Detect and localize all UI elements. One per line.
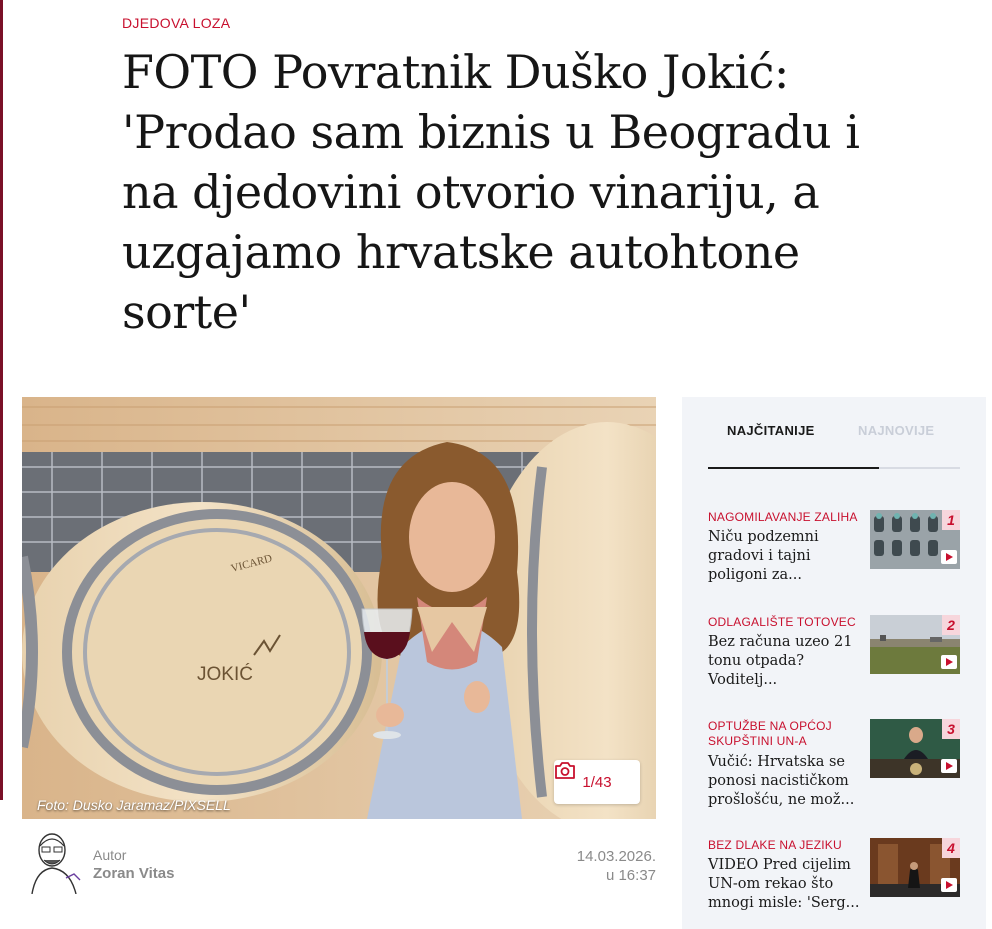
- item-category: OPTUŽBE NA OPĆOJ SKUPŠTINI UN-A: [708, 719, 832, 748]
- hero-image[interactable]: JOKIĆ VICARD Foto: Dusko Jaramaz/PIXSELL…: [22, 397, 656, 819]
- photo-credit: Foto: Dusko Jaramaz/PIXSELL: [37, 797, 231, 813]
- most-read-sidebar: NAJČITANIJE NAJNOVIJE NAGOMILAVANJE ZALI…: [682, 397, 986, 929]
- item-rank: 3: [942, 719, 960, 739]
- author-avatar[interactable]: [26, 830, 82, 894]
- item-thumbnail[interactable]: 4: [870, 838, 960, 897]
- tab-most-read[interactable]: NAJČITANIJE: [727, 423, 815, 438]
- item-title[interactable]: VIDEO Pred cijelim UN-om rekao što mnogi…: [708, 856, 864, 913]
- play-icon: [941, 878, 957, 892]
- item-category: ODLAGALIŠTE TOTOVEC: [708, 615, 856, 629]
- play-icon: [941, 759, 957, 773]
- item-rank: 4: [942, 838, 960, 858]
- publish-date: 14.03.2026.: [576, 848, 656, 865]
- hero-photo-illustration: JOKIĆ VICARD: [22, 397, 656, 819]
- camera-icon: [555, 762, 575, 779]
- publish-datetime: 14.03.2026. u 16:37: [577, 847, 656, 885]
- play-icon: [941, 550, 957, 564]
- gallery-button[interactable]: 1/43: [554, 760, 640, 804]
- left-accent-stripe: [0, 0, 3, 800]
- item-thumbnail[interactable]: 3: [870, 719, 960, 778]
- tab-latest[interactable]: NAJNOVIJE: [858, 423, 934, 438]
- gallery-count: 1/43: [582, 773, 612, 791]
- item-rank: 1: [942, 510, 960, 530]
- article-headline: FOTO Povratnik Duško Jokić: 'Prodao sam …: [122, 45, 860, 339]
- author-name[interactable]: Zoran Vitas: [93, 865, 174, 882]
- item-title[interactable]: Vučić: Hrvatska se ponosi nacističkom pr…: [708, 753, 864, 810]
- item-title[interactable]: Niču podzemni gradovi i tajni poligoni z…: [708, 528, 864, 585]
- item-category: NAGOMILAVANJE ZALIHA: [708, 510, 858, 524]
- play-icon: [941, 655, 957, 669]
- item-thumbnail[interactable]: 2: [870, 615, 960, 674]
- sidebar-tabs: NAJČITANIJE NAJNOVIJE: [708, 397, 960, 469]
- item-title[interactable]: Bez računa uzeo 21 tonu otpada? Voditelj…: [708, 633, 864, 690]
- item-category: BEZ DLAKE NA JEZIKU: [708, 838, 842, 852]
- author-row: Autor Zoran Vitas 14.03.2026. u 16:37: [22, 828, 656, 898]
- author-label: Autor: [93, 847, 127, 863]
- barrel-brand-text: JOKIĆ: [197, 663, 253, 685]
- article-kicker[interactable]: DJEDOVA LOZA: [122, 15, 230, 31]
- item-rank: 2: [942, 615, 960, 635]
- item-thumbnail[interactable]: 1: [870, 510, 960, 569]
- active-tab-indicator: [708, 467, 879, 469]
- publish-time: u 16:37: [605, 867, 656, 884]
